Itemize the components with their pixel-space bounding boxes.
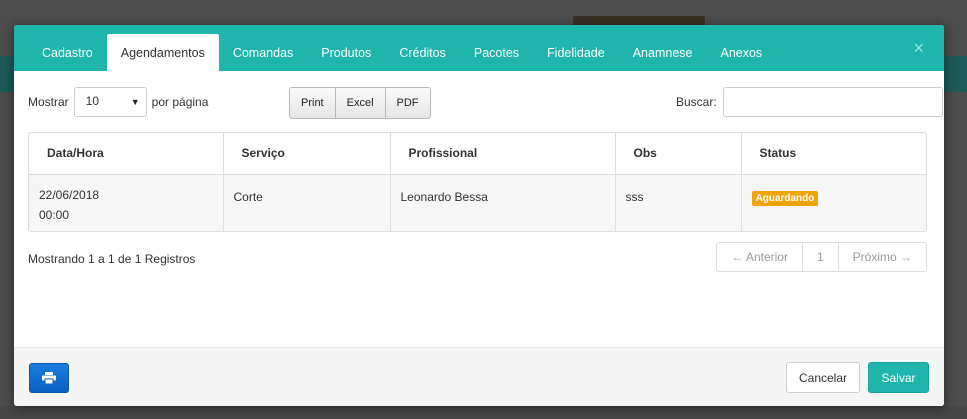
background-row — [0, 406, 967, 419]
tab-anamnese[interactable]: Anamnese — [619, 34, 707, 71]
tab-cadastro[interactable]: Cadastro — [28, 34, 107, 71]
pagination-next-button[interactable]: Próximo → — [837, 243, 926, 271]
tab-comandas[interactable]: Comandas — [219, 34, 307, 71]
table-footer: Mostrando 1 a 1 de 1 Registros ← Anterio… — [28, 242, 927, 272]
records-info: Mostrando 1 a 1 de 1 Registros — [28, 252, 196, 266]
status-badge: Aguardando — [751, 190, 819, 206]
appointments-table: Data/Hora Serviço Profissional Obs Statu… — [28, 132, 927, 232]
save-button[interactable]: Salvar — [868, 362, 929, 393]
modal-tab-bar: Cadastro Agendamentos Comandas Produtos … — [14, 25, 944, 71]
tab-produtos[interactable]: Produtos — [307, 34, 385, 71]
cell-data-hora: 22/06/2018 00:00 — [29, 174, 224, 231]
tab-creditos[interactable]: Créditos — [385, 34, 460, 71]
cell-profissional: Leonardo Bessa — [390, 174, 616, 231]
search-label: Buscar: — [676, 95, 717, 109]
length-prefix-label: Mostrar — [28, 95, 69, 109]
cancel-button[interactable]: Cancelar — [786, 362, 860, 393]
tab-fidelidade[interactable]: Fidelidade — [533, 34, 619, 71]
table-header-row: Data/Hora Serviço Profissional Obs Statu… — [29, 133, 926, 175]
pdf-export-button[interactable]: PDF — [385, 87, 431, 119]
cell-date: 22/06/2018 — [39, 187, 100, 202]
table-toolbar: Mostrar 10 ▼ por página Print Excel PDF … — [28, 87, 943, 123]
page-length-select[interactable]: 10 ▼ — [73, 87, 147, 117]
modal-body: Mostrar 10 ▼ por página Print Excel PDF … — [14, 71, 944, 347]
length-suffix-label: por página — [151, 95, 209, 109]
cell-time: 00:00 — [39, 207, 70, 222]
search-input[interactable] — [723, 87, 943, 117]
tab-agendamentos[interactable]: Agendamentos — [106, 34, 219, 71]
print-export-button[interactable]: Print — [289, 87, 336, 119]
caret-down-icon: ▼ — [130, 97, 140, 107]
tab-pacotes[interactable]: Pacotes — [460, 34, 533, 71]
modal-footer: Cancelar Salvar — [14, 347, 944, 406]
column-header-servico[interactable]: Serviço — [223, 133, 391, 175]
excel-export-button[interactable]: Excel — [335, 87, 386, 119]
column-header-obs[interactable]: Obs — [615, 133, 742, 175]
cell-status: Aguardando — [741, 174, 926, 231]
cell-servico: Corte — [223, 174, 391, 231]
pagination-previous-button[interactable]: ← Anterior — [717, 243, 802, 271]
printer-icon — [42, 372, 56, 384]
close-icon[interactable]: × — [913, 38, 924, 59]
column-header-data-hora[interactable]: Data/Hora — [29, 133, 224, 175]
table-row[interactable]: 22/06/2018 00:00 Corte Leonardo Bessa ss… — [29, 174, 926, 231]
pagination: ← Anterior 1 Próximo → — [716, 242, 927, 272]
page-length-value: 10 — [85, 94, 100, 108]
tab-anexos[interactable]: Anexos — [706, 34, 776, 71]
client-modal: Cadastro Agendamentos Comandas Produtos … — [14, 25, 944, 406]
export-button-group: Print Excel PDF — [289, 87, 431, 119]
column-header-profissional[interactable]: Profissional — [390, 133, 616, 175]
column-header-status[interactable]: Status — [741, 133, 926, 175]
print-button[interactable] — [29, 363, 69, 393]
pagination-page-1[interactable]: 1 — [801, 243, 838, 271]
cell-obs: sss — [615, 174, 742, 231]
